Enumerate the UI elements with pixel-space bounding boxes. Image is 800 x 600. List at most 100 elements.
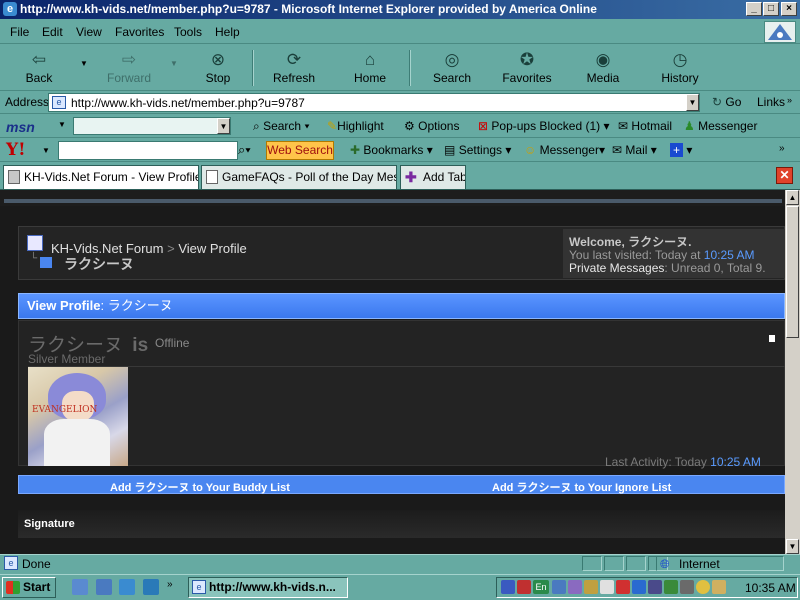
go-button[interactable]: ↻ Go xyxy=(712,95,741,109)
yahoo-chevron-icon[interactable]: » xyxy=(779,143,785,154)
address-dropdown-button[interactable]: ▼ xyxy=(686,94,699,111)
links-chevron-icon[interactable]: » xyxy=(787,95,792,105)
breadcrumb-page: View Profile xyxy=(178,241,247,256)
hotmail-button[interactable]: ✉ Hotmail xyxy=(618,119,672,133)
scrollbar-thumb[interactable] xyxy=(786,206,799,338)
yahoo-search-input[interactable] xyxy=(58,141,238,160)
close-window-button[interactable]: × xyxy=(781,2,797,16)
yahoo-search-icon[interactable]: ⌕▾ xyxy=(238,142,251,158)
menu-edit[interactable]: Edit xyxy=(42,25,63,39)
menu-bar: File Edit View Favorites Tools Help xyxy=(0,19,800,44)
quicklaunch-browser-icon[interactable] xyxy=(143,579,159,595)
search-icon: ◎ xyxy=(444,50,460,69)
media-button[interactable]: ◉ Media xyxy=(573,48,633,88)
globe-icon: 🌐︎ xyxy=(660,557,670,571)
yahoo-mail-button[interactable]: ✉ Mail ▾ xyxy=(612,143,657,157)
popups-blocked-button[interactable]: ⊠ Pop-ups Blocked (1) ▾ xyxy=(478,119,610,133)
tray-app-icon[interactable] xyxy=(712,580,726,594)
links-button[interactable]: Links xyxy=(757,95,785,109)
favorites-button[interactable]: ✪ Favorites xyxy=(497,48,557,88)
close-tab-button[interactable]: ✕ xyxy=(776,167,793,184)
stop-button[interactable]: ⊗ Stop xyxy=(188,48,248,88)
profile-divider xyxy=(28,366,785,367)
page-icon: e xyxy=(52,96,66,109)
menu-file[interactable]: File xyxy=(10,25,29,39)
options-button[interactable]: ⚙ Options xyxy=(404,119,459,133)
smiley-icon: ☺ xyxy=(524,143,537,157)
tray-app-icon[interactable] xyxy=(648,580,662,594)
msn-search-input[interactable] xyxy=(73,117,231,135)
settings-button[interactable]: ▤ Settings ▾ xyxy=(444,143,511,157)
window-title-bar: e http://www.kh-vids.net/member.php?u=97… xyxy=(0,0,800,19)
quicklaunch-chevron-icon[interactable]: » xyxy=(167,579,173,590)
private-messages: Private Messages: Unread 0, Total 9. xyxy=(569,261,766,275)
quicklaunch-ie-icon[interactable] xyxy=(119,579,135,595)
menu-tools[interactable]: Tools xyxy=(174,25,202,39)
yahoo-dropdown-icon[interactable]: ▼ xyxy=(42,146,50,155)
quicklaunch-desktop-icon[interactable] xyxy=(72,579,88,595)
add-ignore-link[interactable]: Add ラクシーヌ to Your Ignore List xyxy=(492,479,671,495)
envelope-icon: ✉ xyxy=(618,119,629,133)
media-icon: ◉ xyxy=(595,50,611,69)
tray-app-icon[interactable] xyxy=(568,580,582,594)
minimize-button[interactable]: _ xyxy=(746,2,762,16)
maximize-button[interactable]: □ xyxy=(763,2,779,16)
home-button[interactable]: ⌂ Home xyxy=(340,48,400,88)
bookmarks-button[interactable]: ✚ Bookmarks ▾ xyxy=(350,143,433,157)
status-indicator-icon xyxy=(769,335,775,342)
history-icon: ◷ xyxy=(672,50,688,69)
msn-messenger-button[interactable]: ♟ Messenger xyxy=(684,119,757,133)
taskbar-ie-window-button[interactable]: e http://www.kh-vids.n... xyxy=(188,577,348,598)
highlighter-icon: ✎ xyxy=(327,119,338,133)
menu-help[interactable]: Help xyxy=(215,25,240,39)
forward-arrow-icon: ⇨ xyxy=(121,50,137,69)
tray-messenger-icon[interactable] xyxy=(632,580,646,594)
back-button[interactable]: ⇦ Back xyxy=(9,48,69,88)
status-panel xyxy=(626,556,646,571)
tab-kh-vids-profile[interactable]: KH-Vids.Net Forum - View Profile: ? xyxy=(3,165,199,189)
forum-home-icon[interactable] xyxy=(27,235,43,251)
forward-button[interactable]: ⇨ Forward xyxy=(99,48,159,88)
welcome-user-link[interactable]: ラクシーヌ. xyxy=(628,235,691,249)
tab-page-icon xyxy=(206,170,218,184)
settings-icon: ▤ xyxy=(444,143,456,157)
tray-language-icon[interactable]: En xyxy=(533,580,549,594)
msn-search-dropdown[interactable]: ▼ xyxy=(217,118,230,134)
scroll-up-arrow-icon[interactable]: ▲ xyxy=(786,190,799,205)
tab-gamefaqs-poll[interactable]: GameFAQs - Poll of the Day Message xyxy=(201,165,397,189)
add-buddy-link[interactable]: Add ラクシーヌ to Your Buddy List xyxy=(110,479,290,495)
tray-volume-icon[interactable] xyxy=(584,580,598,594)
forward-dropdown-icon[interactable]: ▼ xyxy=(170,59,178,68)
msn-dropdown-icon[interactable]: ▼ xyxy=(58,120,66,129)
tray-network-icon[interactable] xyxy=(501,580,515,594)
quicklaunch-outlook-icon[interactable] xyxy=(96,579,112,595)
tray-shield-icon[interactable] xyxy=(517,580,531,594)
profile-actions-bar: Add ラクシーヌ to Your Buddy List Add ラクシーヌ t… xyxy=(18,475,785,494)
tray-yahoo-messenger-icon[interactable] xyxy=(696,580,710,594)
tray-app-icon[interactable] xyxy=(600,580,614,594)
web-search-button[interactable]: Web Search xyxy=(266,141,334,160)
history-button[interactable]: ◷ History xyxy=(650,48,710,88)
tray-antivirus-icon[interactable] xyxy=(616,580,630,594)
scroll-down-arrow-icon[interactable]: ▼ xyxy=(786,539,799,554)
tray-display-icon[interactable] xyxy=(552,580,566,594)
highlight-button[interactable]: ✎Highlight xyxy=(327,119,384,133)
toolbar-separator xyxy=(252,50,254,86)
refresh-button[interactable]: ⟳ Refresh xyxy=(264,48,324,88)
plus-icon: + xyxy=(670,143,684,157)
back-dropdown-icon[interactable]: ▼ xyxy=(80,59,88,68)
address-input[interactable]: e http://www.kh-vids.net/member.php?u=97… xyxy=(48,93,700,112)
avatar-evangelion-text: EVANGELION xyxy=(32,405,98,415)
search-button[interactable]: ◎ Search xyxy=(422,48,482,88)
tray-app-icon[interactable] xyxy=(664,580,678,594)
add-tab-button[interactable]: ✚ Add Tab xyxy=(400,165,466,189)
msn-search-button[interactable]: ⌕ Search ▾ xyxy=(253,119,309,134)
yahoo-plus-button[interactable]: + ▾ xyxy=(670,143,692,157)
private-messages-link[interactable]: Private Messages xyxy=(569,261,664,275)
page-top-strip xyxy=(0,190,785,206)
tray-app-icon[interactable] xyxy=(680,580,694,594)
menu-favorites[interactable]: Favorites xyxy=(115,25,164,39)
aol-logo-icon xyxy=(764,21,796,43)
menu-view[interactable]: View xyxy=(76,25,102,39)
yahoo-messenger-button[interactable]: ☺ Messenger▾ xyxy=(524,143,605,157)
